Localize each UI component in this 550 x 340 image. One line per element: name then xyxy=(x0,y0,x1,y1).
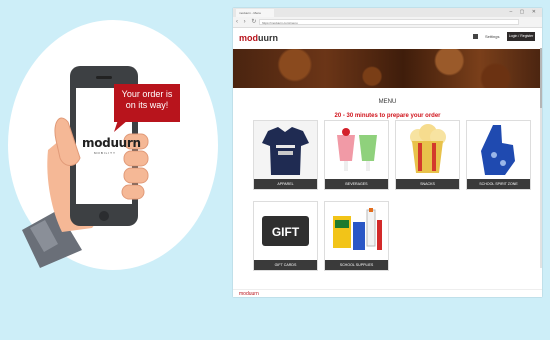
popcorn-icon xyxy=(396,121,459,179)
logo-suffix: uurn xyxy=(258,33,278,43)
coffee-banner-image xyxy=(233,49,542,88)
url-field[interactable]: https://moduurn.com/menu xyxy=(259,19,519,25)
category-label: SCHOOL SUPPLIES xyxy=(325,260,388,270)
nav-buttons[interactable]: ‹ › ↻ xyxy=(236,18,258,25)
signin-button[interactable]: Login / Register xyxy=(507,32,535,41)
phone-app-sublogo: MOBILITY xyxy=(93,151,116,155)
prep-time-text: 20 - 30 minutes to prepare your order xyxy=(334,113,441,119)
window-controls[interactable]: – ▢ ✕ xyxy=(510,9,539,15)
category-label: SCHOOL SPIRIT ZONE xyxy=(467,179,530,189)
category-card-gift-cards[interactable]: GIFT GIFT CARDS xyxy=(253,201,318,271)
category-label: SNACKS xyxy=(396,179,459,189)
order-notification-bubble: Your order is on its way! xyxy=(114,84,180,122)
category-card-snacks[interactable]: SNACKS xyxy=(395,120,460,190)
category-label: GIFT CARDS xyxy=(254,260,317,270)
address-bar: ‹ › ↻ https://moduurn.com/menu xyxy=(233,17,542,28)
scrollbar-thumb[interactable] xyxy=(540,48,542,108)
site-header: moduurn Settings Login / Register xyxy=(233,28,542,49)
tab-bar: moduurn - Menu – ▢ ✕ xyxy=(233,8,542,17)
logo-prefix: mod xyxy=(239,33,258,43)
browser-window: moduurn - Menu – ▢ ✕ ‹ › ↻ https://moduu… xyxy=(233,8,542,297)
phone-app-logo: moduurn xyxy=(82,136,141,150)
category-card-apparel[interactable]: APPAREL xyxy=(253,120,318,190)
beverages-icon xyxy=(325,121,388,179)
apparel-shirt-icon xyxy=(254,121,317,179)
gift-card-icon: GIFT xyxy=(254,202,317,260)
settings-link[interactable]: Settings xyxy=(485,34,499,39)
category-card-beverages[interactable]: BEVERAGES xyxy=(324,120,389,190)
gift-text: GIFT xyxy=(272,225,300,239)
hand-holding-phone-illustration xyxy=(22,66,149,268)
site-footer-logo: moduurn xyxy=(233,289,542,297)
category-card-school-spirit[interactable]: SCHOOL SPIRIT ZONE xyxy=(466,120,531,190)
foam-finger-icon xyxy=(467,121,530,179)
cart-icon[interactable] xyxy=(473,34,478,39)
menu-title: MENU xyxy=(378,99,397,105)
browser-tab[interactable]: moduurn - Menu xyxy=(236,9,274,17)
category-label: BEVERAGES xyxy=(325,179,388,189)
category-card-school-supplies[interactable]: SCHOOL SUPPLIES xyxy=(324,201,389,271)
category-label: APPAREL xyxy=(254,179,317,189)
site-logo[interactable]: moduurn xyxy=(239,33,278,43)
school-supplies-icon xyxy=(325,202,388,260)
